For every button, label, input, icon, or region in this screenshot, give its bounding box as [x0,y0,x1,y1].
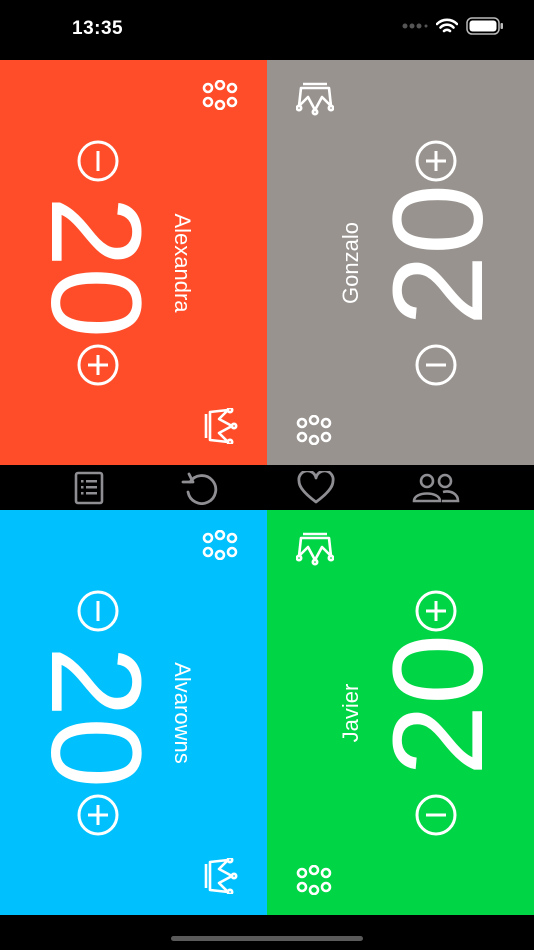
wifi-icon [436,18,458,32]
players-icon[interactable] [411,471,461,505]
minus-button[interactable] [414,793,458,837]
player-panel-alvarowns[interactable]: 20 Alvarowns [0,510,267,915]
player-name[interactable]: Alvarowns [170,662,195,764]
status-bar: 13:35 [0,0,534,60]
crown-icon[interactable] [296,80,334,116]
life-total[interactable]: 20 [24,196,167,338]
crown-icon[interactable] [296,530,334,566]
home-indicator[interactable] [171,936,363,941]
life-total[interactable]: 20 [367,634,510,776]
counters-icon[interactable] [201,80,239,110]
crown-icon[interactable] [201,858,239,894]
minus-button[interactable] [76,589,120,633]
player-name[interactable]: Alexandra [170,212,195,314]
player-panel-alexandra[interactable]: 20 Alexandra [0,60,267,465]
bottom-area [0,915,534,950]
signal-icon [402,23,428,29]
plus-button[interactable] [414,139,458,183]
plus-button[interactable] [414,589,458,633]
player-name[interactable]: Javier [338,662,363,764]
heart-icon[interactable] [297,471,335,505]
player-panel-javier[interactable]: 20 Javier [267,510,534,915]
life-total[interactable]: 20 [24,646,167,788]
player-panel-gonzalo[interactable]: 20 Gonzalo [267,60,534,465]
toolbar [0,465,534,510]
counters-icon[interactable] [295,415,333,445]
crown-icon[interactable] [201,408,239,444]
minus-button[interactable] [414,343,458,387]
plus-button[interactable] [76,343,120,387]
plus-button[interactable] [76,793,120,837]
minus-button[interactable] [76,139,120,183]
player-name[interactable]: Gonzalo [338,212,363,314]
notes-icon[interactable] [73,471,105,505]
status-icons [402,17,504,35]
counters-icon[interactable] [295,865,333,895]
life-total[interactable]: 20 [367,184,510,326]
reset-icon[interactable] [181,471,221,505]
battery-icon [466,17,503,35]
status-time: 13:35 [72,18,124,39]
counters-icon[interactable] [201,530,239,560]
